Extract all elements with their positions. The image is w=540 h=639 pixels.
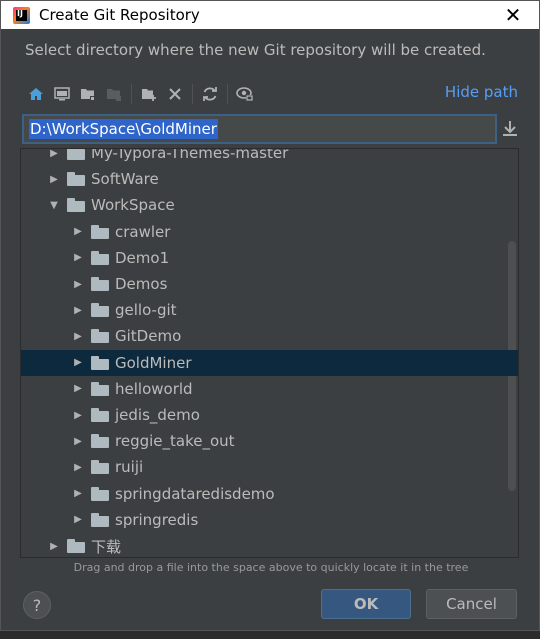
path-input-value[interactable]: D:\WorkSpace\GoldMiner <box>29 119 218 139</box>
expand-arrow-right-icon[interactable]: ▶ <box>71 514 85 525</box>
tree-row[interactable]: ▶ jedis_demo <box>21 402 518 428</box>
tree-row[interactable]: ▶ Demo1 <box>21 245 518 271</box>
folder-icon <box>91 329 109 344</box>
expand-arrow-right-icon[interactable]: ▶ <box>71 331 85 342</box>
folder-icon <box>67 149 85 160</box>
expand-arrow-right-icon[interactable]: ▶ <box>47 174 61 185</box>
create-git-repository-dialog: IJ Create Git Repository ✕ Select direct… <box>0 0 540 631</box>
tree-row[interactable]: ▶ GitDemo <box>21 323 518 349</box>
tree-row-label: GitDemo <box>115 327 182 346</box>
tree-row-label: reggie_take_out <box>115 432 235 451</box>
toolbar-separator <box>131 84 132 104</box>
tree-row-label: Demos <box>115 275 168 293</box>
directory-tree[interactable]: ▶ My-Typora-Themes-master ▶ SoftWare ▼ WorkSp… <box>20 148 519 558</box>
tree-row[interactable]: ▶ Demos <box>21 271 518 297</box>
folder-icon <box>67 198 85 213</box>
folder-icon <box>91 434 109 449</box>
tree-row-label: crawler <box>115 222 171 241</box>
tree-row[interactable]: ▶ helloworld <box>21 376 518 402</box>
folder-icon <box>91 408 109 422</box>
expand-arrow-right-icon[interactable]: ▶ <box>47 541 61 552</box>
folder-icon <box>91 486 109 501</box>
expand-arrow-down-icon[interactable]: ▼ <box>47 200 61 211</box>
tree-row[interactable]: ▶ 下载 <box>21 533 518 557</box>
folder-icon <box>91 224 109 239</box>
expand-arrow-right-icon[interactable]: ▶ <box>71 226 85 237</box>
tree-row-label: springdataredisdemo <box>115 484 275 503</box>
expand-arrow-right-icon[interactable]: ▶ <box>71 410 85 421</box>
expand-arrow-right-icon[interactable]: ▶ <box>47 149 61 159</box>
tree-row-label: SoftWare <box>91 170 159 189</box>
tree-row[interactable]: ▶ springredis <box>21 507 518 533</box>
toolbar-separator <box>192 84 193 104</box>
tree-row-label: WorkSpace <box>91 196 175 215</box>
close-button[interactable]: ✕ <box>495 1 531 29</box>
tree-row-label: jedis_demo <box>115 406 200 424</box>
show-hidden-icon[interactable] <box>232 82 258 106</box>
tree-row[interactable]: ▶ crawler <box>21 219 518 245</box>
tree-row-label: ruiji <box>115 458 144 477</box>
folder-icon <box>67 172 85 187</box>
path-input-field[interactable]: D:\WorkSpace\GoldMiner <box>22 114 497 144</box>
intellij-app-icon: IJ <box>13 6 30 24</box>
cancel-button[interactable]: Cancel <box>426 589 517 619</box>
toolbar-separator <box>227 84 228 104</box>
tree-row-label: 下载 <box>91 537 122 556</box>
tree-row-label: springredis <box>115 510 199 529</box>
help-button[interactable]: ? <box>23 591 51 619</box>
project-folder-icon[interactable] <box>75 82 101 106</box>
home-icon[interactable] <box>23 82 49 106</box>
folder-icon <box>91 381 109 396</box>
tree-row-label: GoldMiner <box>115 353 192 372</box>
ok-button[interactable]: OK <box>321 589 411 619</box>
folder-icon <box>91 460 109 475</box>
tree-row[interactable]: ▶ springdataredisdemo <box>21 481 518 507</box>
expand-arrow-right-icon[interactable]: ▶ <box>71 305 85 316</box>
folder-icon <box>91 277 109 291</box>
new-folder-icon[interactable] <box>136 82 162 106</box>
tree-row[interactable]: ▼ WorkSpace <box>21 192 518 218</box>
tree-row[interactable]: ▶ reggie_take_out <box>21 428 518 454</box>
tree-row-label: Demo1 <box>115 248 170 267</box>
tree-row[interactable]: ▶ My-Typora-Themes-master <box>21 148 518 166</box>
title-bar[interactable]: IJ Create Git Repository ✕ <box>1 1 539 29</box>
tree-row[interactable]: ▶ SoftWare <box>21 166 518 192</box>
tree-row-label: My-Typora-Themes-master <box>91 148 289 162</box>
expand-arrow-right-icon[interactable]: ▶ <box>71 279 85 290</box>
expand-arrow-right-icon[interactable]: ▶ <box>71 252 85 263</box>
delete-icon[interactable] <box>162 82 188 106</box>
folder-icon <box>67 539 85 553</box>
tree-row[interactable]: ▶ GoldMiner <box>21 349 518 376</box>
tree-row-label: gello-git <box>115 301 177 320</box>
module-folder-icon <box>101 82 127 106</box>
file-chooser-toolbar <box>23 81 258 107</box>
tree-row-label: helloworld <box>115 379 193 398</box>
window-title: Create Git Repository <box>39 6 200 24</box>
drag-drop-hint: Drag and drop a file into the space abov… <box>73 561 469 574</box>
expand-arrow-right-icon[interactable]: ▶ <box>71 462 85 473</box>
expand-arrow-right-icon[interactable]: ▶ <box>71 357 85 368</box>
tree-row[interactable]: ▶ gello-git <box>21 297 518 323</box>
refresh-icon[interactable] <box>197 82 223 106</box>
desktop-icon[interactable] <box>49 82 75 106</box>
folder-icon <box>91 250 109 265</box>
hide-path-link[interactable]: Hide path <box>445 83 518 101</box>
folder-icon <box>91 512 109 527</box>
download-icon[interactable] <box>501 119 519 139</box>
dialog-description: Select directory where the new Git repos… <box>25 41 486 59</box>
folder-icon <box>91 355 109 370</box>
expand-arrow-right-icon[interactable]: ▶ <box>71 436 85 447</box>
folder-icon <box>91 303 109 318</box>
expand-arrow-right-icon[interactable]: ▶ <box>71 488 85 499</box>
expand-arrow-right-icon[interactable]: ▶ <box>71 383 85 394</box>
tree-row[interactable]: ▶ ruiji <box>21 454 518 480</box>
